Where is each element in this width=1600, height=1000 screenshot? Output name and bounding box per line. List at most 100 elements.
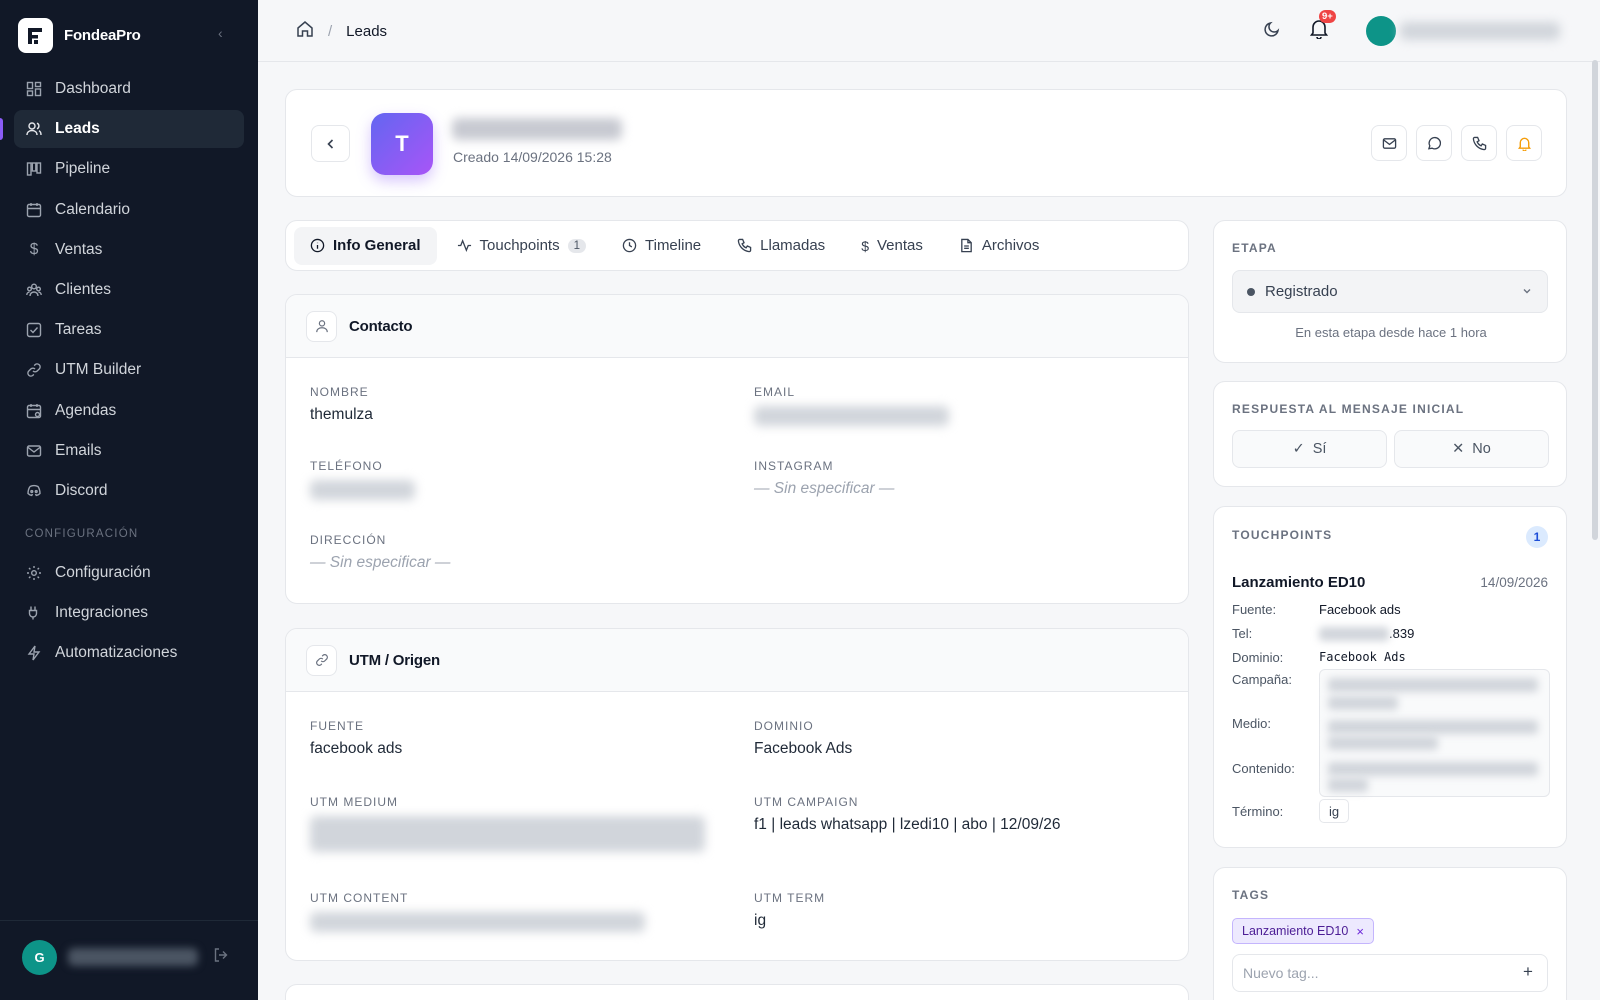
tab-label: Info General [333,237,421,254]
breadcrumb-separator: / [328,22,333,40]
sidebar-item-discord[interactable]: Discord [14,472,244,510]
back-button[interactable] [311,125,350,162]
reminder-button[interactable] [1506,125,1542,161]
tp-termino-label: Término: [1232,804,1284,819]
field-label: FUENTE [310,719,364,733]
sidebar-item-automatizaciones[interactable]: Automatizaciones [14,634,244,672]
sidebar-item-agendas[interactable]: Agendas [14,392,244,430]
remove-tag-icon[interactable]: × [1356,924,1364,939]
tab-archivos[interactable]: Archivos [943,227,1056,265]
lead-created-date: Creado 14/09/2026 15:28 [453,149,612,165]
touchpoints-card: TOUCHPOINTS 1 Lanzamiento ED10 14/09/202… [1213,506,1567,848]
tag-label: Lanzamiento ED10 [1242,924,1349,938]
moon-icon[interactable] [1263,20,1281,43]
field-direccion: DIRECCIÓN — Sin especificar — [310,533,450,572]
sidebar-item-label: Tareas [55,321,102,339]
sidebar-item-ventas[interactable]: $ Ventas [14,231,244,269]
lead-actions [1371,125,1542,161]
app-name: FondeaPro [64,27,141,44]
redacted-line [1328,778,1368,792]
tp-tel-label: Tel: [1232,626,1253,641]
sidebar-item-leads[interactable]: Leads [0,110,244,149]
field-utm-content: UTM CONTENT [310,891,645,932]
tab-label: Timeline [645,237,702,254]
sidebar-item-integraciones[interactable]: Integraciones [14,594,244,632]
sidebar-item-dashboard[interactable]: Dashboard [14,70,244,108]
page-scrollbar[interactable] [1592,60,1598,540]
chat-icon [1427,136,1441,149]
utm-card: UTM / Origen FUENTE facebook ads DOMINIO… [285,628,1189,961]
contacto-card: Contacto NOMBRE themulza EMAIL TELÉFONO … [285,294,1189,604]
sidebar-item-label: Leads [55,120,100,138]
sidebar-item-clientes[interactable]: Clientes [14,271,244,309]
app-logo-icon [18,18,53,53]
mail-icon [1382,137,1396,149]
collapse-sidebar-icon[interactable]: ‹ [218,25,223,41]
dashboard-icon [25,80,43,98]
tasks-icon [25,321,43,339]
field-fuente: FUENTE facebook ads [310,719,402,758]
touchpoint-title[interactable]: Lanzamiento ED10 [1232,574,1365,591]
field-utm-medium: UTM MEDIUM [310,795,705,852]
field-value: ig [754,912,767,929]
tab-timeline[interactable]: Timeline [606,227,717,265]
call-button[interactable] [1461,125,1497,161]
breadcrumb-current[interactable]: Leads [346,23,387,40]
clock-icon [622,238,637,253]
sidebar-item-label: UTM Builder [55,361,142,379]
field-value: facebook ads [310,740,403,757]
button-label: No [1472,441,1491,457]
message-button[interactable] [1416,125,1452,161]
breadcrumb: / Leads [296,20,387,42]
sidebar-item-tareas[interactable]: Tareas [14,311,244,349]
sidebar-item-configuracion[interactable]: Configuración [14,554,244,592]
tab-label: Touchpoints [479,237,560,254]
notification-badge: 9+ [1319,10,1336,23]
close-icon: ✕ [1452,441,1465,457]
field-label: UTM MEDIUM [310,795,398,809]
sidebar-item-emails[interactable]: Emails [14,432,244,470]
tab-ventas[interactable]: $ Ventas [845,227,939,265]
tp-termino-value: ig [1319,799,1349,823]
tag-chip[interactable]: Lanzamiento ED10 × [1232,918,1374,944]
activity-icon [457,239,471,252]
respuesta-si-button[interactable]: ✓ Sí [1232,430,1387,468]
logout-icon[interactable] [213,947,229,968]
avatar[interactable] [1366,16,1396,46]
email-button[interactable] [1371,125,1407,161]
info-icon [310,238,325,253]
users-icon [25,120,43,138]
sidebar-item-pipeline[interactable]: Pipeline [14,150,244,188]
etapa-select[interactable]: Registrado [1232,270,1548,313]
tab-touchpoints[interactable]: Touchpoints 1 [441,227,602,265]
tab-llamadas[interactable]: Llamadas [721,227,841,265]
etapa-label: ETAPA [1232,241,1277,255]
tab-info-general[interactable]: Info General [294,226,437,265]
contacto-header: Contacto [286,295,1188,358]
new-tag-input[interactable] [1232,954,1548,992]
tp-tel-value: .839 [1319,626,1414,641]
tab-label: Ventas [876,237,923,254]
add-tag-button[interactable]: + [1523,962,1533,982]
field-utm-campaign: UTM CAMPAIGN f1 | leads whatsapp | lzedi… [754,795,1061,834]
sidebar-item-utm-builder[interactable]: UTM Builder [14,351,244,389]
tp-fuente-label: Fuente: [1232,602,1277,617]
field-value-redacted [310,912,645,932]
sidebar-item-label: Discord [55,481,108,499]
tel-redacted [1319,626,1389,641]
respuesta-no-button[interactable]: ✕ No [1394,430,1549,468]
user-name-redacted [1400,22,1560,40]
tp-medio-label: Medio: [1232,716,1272,731]
field-label: DOMINIO [754,719,814,733]
sidebar-item-label: Configuración [55,563,151,581]
chevron-left-icon [326,138,333,149]
sidebar-section-configuracion: CONFIGURACIÓN [25,527,139,540]
sidebar-item-calendario[interactable]: Calendario [14,191,244,229]
etapa-note: En esta etapa desde hace 1 hora [1295,325,1487,340]
home-icon[interactable] [296,20,314,42]
redacted-line [1328,678,1538,692]
avatar[interactable]: G [22,940,57,975]
field-utm-term: UTM TERM ig [754,891,825,930]
brand[interactable]: FondeaPro [18,18,141,53]
section-title: Contacto [349,317,413,335]
